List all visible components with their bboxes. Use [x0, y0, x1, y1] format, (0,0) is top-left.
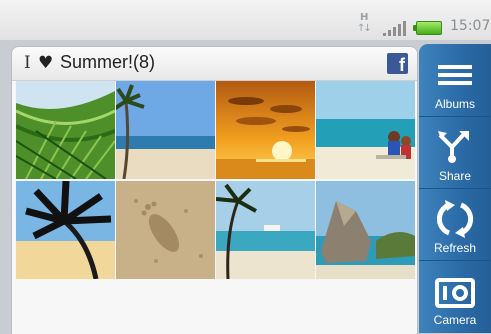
camera-label: Camera	[433, 313, 477, 327]
share-label: Share	[438, 169, 472, 183]
photo-beach-palm[interactable]	[116, 81, 215, 179]
refresh-icon	[436, 200, 474, 238]
camera-icon	[435, 278, 475, 308]
photo-footprint-in-sand[interactable]	[116, 181, 215, 279]
network-arrows: ↑↓	[357, 23, 372, 34]
albums-button[interactable]: Albums	[419, 44, 491, 117]
albums-label: Albums	[434, 97, 475, 111]
album-header: I ♥ Summer!(8) f	[12, 47, 417, 81]
facebook-icon[interactable]: f	[387, 53, 408, 74]
refresh-label: Refresh	[433, 241, 477, 255]
refresh-button[interactable]: Refresh	[419, 188, 491, 261]
photo-sunset[interactable]	[216, 81, 315, 179]
signal-icon	[383, 20, 409, 36]
share-button[interactable]: Share	[419, 116, 491, 189]
action-bar: Albums Share Refresh Camera	[419, 44, 491, 333]
photo-cruise-ship-beach[interactable]	[216, 181, 315, 279]
clock: 15:07	[450, 18, 491, 34]
battery-icon	[413, 21, 442, 35]
heart-icon: ♥	[38, 53, 54, 73]
camera-button[interactable]: Camera	[419, 260, 491, 332]
photo-palm-silhouette[interactable]	[16, 181, 115, 279]
network-letter: H	[360, 12, 369, 23]
photo-couple-on-beach[interactable]	[316, 81, 415, 179]
status-bar: H ↑↓ 15:07	[0, 0, 491, 40]
album-card: I ♥ Summer!(8) f	[11, 46, 418, 334]
network-type-icon: H ↑↓	[357, 12, 375, 36]
facebook-glyph: f	[399, 55, 405, 74]
photo-rock-coast[interactable]	[316, 181, 415, 279]
text-cursor-icon: I	[24, 53, 31, 73]
albums-icon	[438, 65, 472, 85]
share-icon	[438, 131, 469, 163]
album-title: Summer!(8)	[60, 52, 156, 72]
photo-palm-leaves[interactable]	[16, 81, 115, 179]
